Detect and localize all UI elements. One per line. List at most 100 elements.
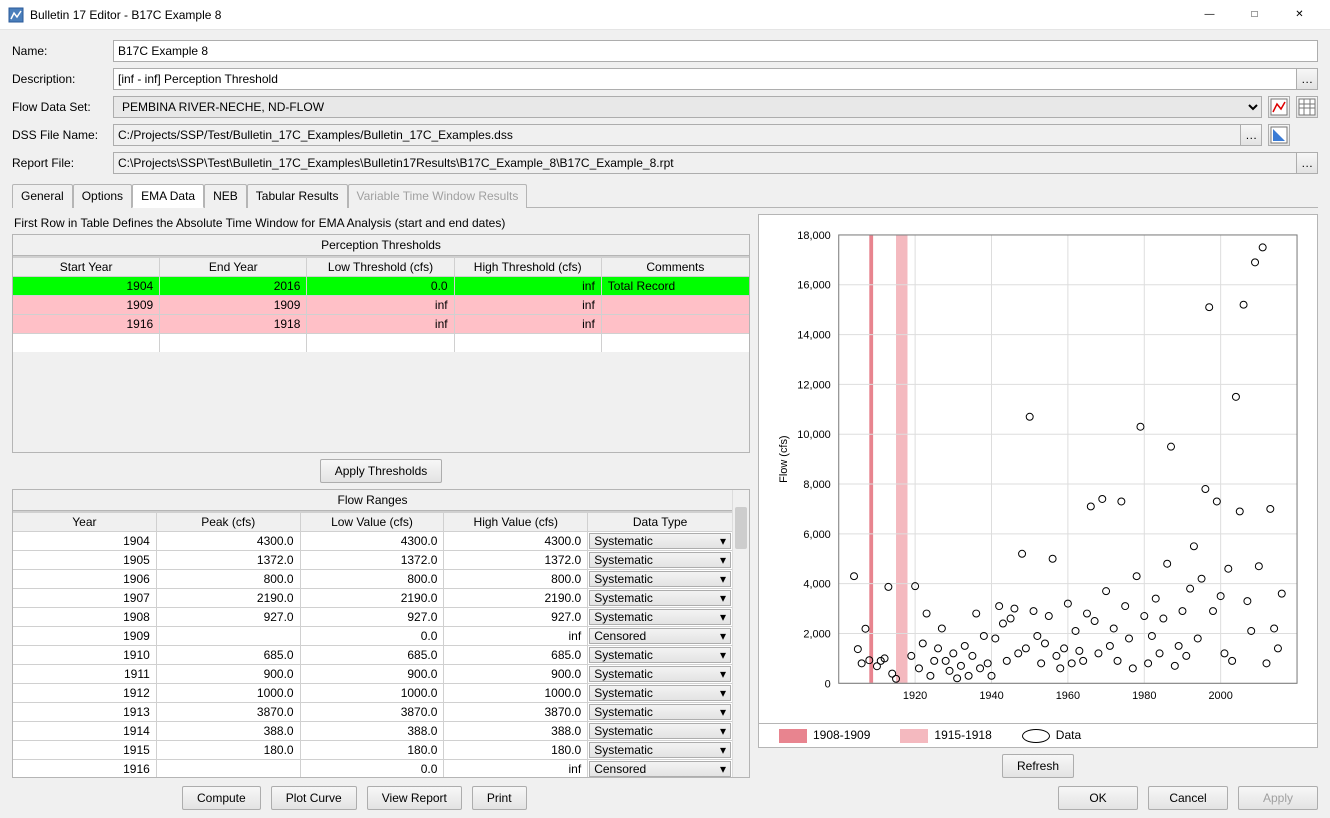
- flow-row[interactable]: 19160.0infCensored▾: [13, 759, 732, 777]
- print-button[interactable]: Print: [472, 786, 527, 810]
- data-type-select[interactable]: Systematic▾: [589, 571, 731, 587]
- data-type-select[interactable]: Systematic▾: [589, 685, 731, 701]
- chevron-down-icon: ▾: [720, 743, 726, 757]
- data-type-select[interactable]: Systematic▾: [589, 533, 731, 549]
- data-type-select[interactable]: Censored▾: [589, 761, 731, 777]
- flow-row[interactable]: 19121000.01000.01000.0Systematic▾: [13, 683, 732, 702]
- minimize-button[interactable]: —: [1187, 0, 1232, 29]
- scroll-thumb[interactable]: [735, 507, 747, 549]
- flow-row[interactable]: 1911900.0900.0900.0Systematic▾: [13, 664, 732, 683]
- svg-text:16,000: 16,000: [797, 280, 830, 292]
- svg-text:4,000: 4,000: [803, 579, 830, 591]
- flow-header-row: Year Peak (cfs) Low Value (cfs) High Val…: [13, 511, 732, 531]
- perception-thresholds-table: Perception Thresholds Start Year End Yea…: [12, 234, 750, 453]
- svg-text:8,000: 8,000: [803, 479, 830, 491]
- chevron-down-icon: ▾: [720, 705, 726, 719]
- chevron-down-icon: ▾: [720, 572, 726, 586]
- data-type-select[interactable]: Systematic▾: [589, 742, 731, 758]
- report-browse-button[interactable]: …: [1296, 152, 1318, 174]
- data-type-select[interactable]: Censored▾: [589, 628, 731, 644]
- apply-thresholds-button[interactable]: Apply Thresholds: [320, 459, 443, 483]
- dss-plot-icon[interactable]: [1268, 124, 1290, 146]
- svg-text:14,000: 14,000: [797, 330, 830, 342]
- view-report-button[interactable]: View Report: [367, 786, 462, 810]
- svg-text:18,000: 18,000: [797, 230, 830, 242]
- chevron-down-icon: ▾: [720, 629, 726, 643]
- name-input[interactable]: [113, 40, 1318, 62]
- chevron-down-icon: ▾: [720, 724, 726, 738]
- flow-ranges-title: Flow Ranges: [13, 490, 732, 511]
- flow-row[interactable]: 1906800.0800.0800.0Systematic▾: [13, 569, 732, 588]
- flow-row[interactable]: 1910685.0685.0685.0Systematic▾: [13, 645, 732, 664]
- tab-general[interactable]: General: [12, 184, 73, 208]
- ok-button[interactable]: OK: [1058, 786, 1138, 810]
- flow-row[interactable]: 1914388.0388.0388.0Systematic▾: [13, 721, 732, 740]
- flow-data-set-select[interactable]: PEMBINA RIVER-NECHE, ND-FLOW: [113, 96, 1262, 118]
- data-type-select[interactable]: Systematic▾: [589, 704, 731, 720]
- compute-button[interactable]: Compute: [182, 786, 261, 810]
- svg-text:1960: 1960: [1056, 690, 1080, 702]
- chevron-down-icon: ▾: [720, 667, 726, 681]
- refresh-button[interactable]: Refresh: [1002, 754, 1074, 778]
- svg-text:2,000: 2,000: [803, 628, 830, 640]
- flow-row[interactable]: 19072190.02190.02190.0Systematic▾: [13, 588, 732, 607]
- flow-row[interactable]: 19051372.01372.01372.0Systematic▾: [13, 550, 732, 569]
- right-column: 02,0004,0006,0008,00010,00012,00014,0001…: [758, 214, 1318, 778]
- perception-header-row: Start Year End Year Low Threshold (cfs) …: [13, 256, 749, 276]
- tab-ema-data[interactable]: EMA Data: [132, 184, 204, 208]
- flow-row[interactable]: 1915180.0180.0180.0Systematic▾: [13, 740, 732, 759]
- form-panel: Name: Description: … Flow Data Set: PEMB…: [12, 40, 1318, 174]
- titlebar: Bulletin 17 Editor - B17C Example 8 — □ …: [0, 0, 1330, 30]
- flow-ranges-outer: Flow Ranges Year Peak (cfs) Low Value (c…: [12, 489, 750, 778]
- data-type-select[interactable]: Systematic▾: [589, 552, 731, 568]
- dss-file-input: [113, 124, 1240, 146]
- tab-tabular-results[interactable]: Tabular Results: [247, 184, 348, 208]
- perception-row[interactable]: 19161918infinf: [13, 314, 749, 333]
- legend-swatch-2: [900, 729, 928, 743]
- flow-row[interactable]: 19133870.03870.03870.0Systematic▾: [13, 702, 732, 721]
- maximize-button[interactable]: □: [1232, 0, 1277, 29]
- svg-text:0: 0: [825, 678, 831, 690]
- data-type-select[interactable]: Systematic▾: [589, 723, 731, 739]
- description-input[interactable]: [113, 68, 1296, 90]
- flow-table-icon[interactable]: [1296, 96, 1318, 118]
- data-type-select[interactable]: Systematic▾: [589, 666, 731, 682]
- apply-button: Apply: [1238, 786, 1318, 810]
- flow-row[interactable]: 19044300.04300.04300.0Systematic▾: [13, 531, 732, 550]
- legend-item-data: Data: [1022, 728, 1081, 743]
- dss-browse-button[interactable]: …: [1240, 124, 1262, 146]
- close-button[interactable]: ✕: [1277, 0, 1322, 29]
- description-browse-button[interactable]: …: [1296, 68, 1318, 90]
- flow-row[interactable]: 19090.0infCensored▾: [13, 626, 732, 645]
- tab-options[interactable]: Options: [73, 184, 132, 208]
- col-high-value: High Value (cfs): [444, 512, 588, 531]
- ema-note: First Row in Table Defines the Absolute …: [14, 216, 750, 230]
- perception-empty-row[interactable]: [13, 333, 749, 352]
- flow-data-set-label: Flow Data Set:: [12, 100, 107, 114]
- data-type-select[interactable]: Systematic▾: [589, 647, 731, 663]
- legend-item-1915: 1915-1918: [900, 728, 991, 743]
- window-title: Bulletin 17 Editor - B17C Example 8: [30, 8, 1187, 22]
- tab-neb[interactable]: NEB: [204, 184, 247, 208]
- perception-table-empty-area: [13, 352, 749, 452]
- svg-text:6,000: 6,000: [803, 529, 830, 541]
- legend-item-1908: 1908-1909: [779, 728, 870, 743]
- perception-row[interactable]: 19091909infinf: [13, 295, 749, 314]
- data-type-select[interactable]: Systematic▾: [589, 590, 731, 606]
- chevron-down-icon: ▾: [720, 686, 726, 700]
- data-type-select[interactable]: Systematic▾: [589, 609, 731, 625]
- cancel-button[interactable]: Cancel: [1148, 786, 1228, 810]
- col-comments: Comments: [602, 257, 749, 276]
- col-low-threshold: Low Threshold (cfs): [307, 257, 454, 276]
- perception-row[interactable]: 190420160.0infTotal Record: [13, 276, 749, 295]
- description-label: Description:: [12, 72, 107, 86]
- flow-row[interactable]: 1908927.0927.0927.0Systematic▾: [13, 607, 732, 626]
- flow-scrollbar[interactable]: [732, 490, 749, 777]
- plot-curve-button[interactable]: Plot Curve: [271, 786, 357, 810]
- report-file-input: [113, 152, 1296, 174]
- footer-bar: Compute Plot Curve View Report Print OK …: [12, 778, 1318, 810]
- flow-ranges-table: Flow Ranges Year Peak (cfs) Low Value (c…: [13, 490, 732, 777]
- flow-plot-icon[interactable]: [1268, 96, 1290, 118]
- col-end-year: End Year: [160, 257, 307, 276]
- content-area: Name: Description: … Flow Data Set: PEMB…: [0, 30, 1330, 818]
